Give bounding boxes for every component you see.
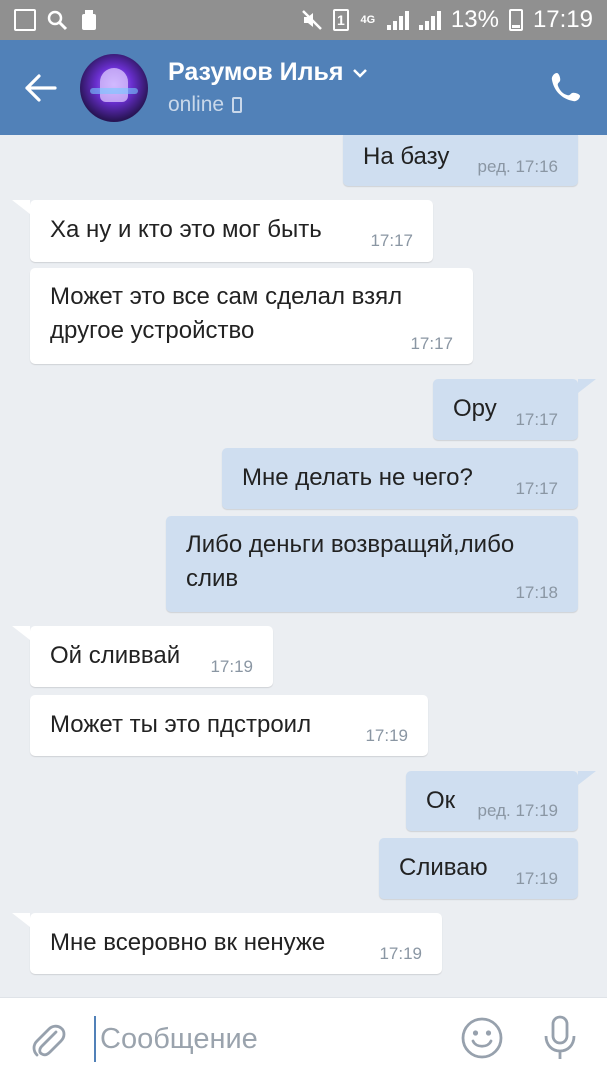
message-time: 17:17: [515, 479, 558, 498]
phone-icon[interactable]: [549, 70, 583, 104]
gallery-icon: [14, 9, 36, 31]
message-time: 17:19: [365, 726, 408, 745]
mobile-icon: [232, 97, 243, 113]
status-time: 17:19: [532, 6, 593, 33]
bubble-tail: [578, 379, 596, 393]
avatar[interactable]: [80, 53, 148, 122]
contact-name: Разумов Илья: [168, 58, 344, 86]
message-outgoing[interactable]: На базу ред. 17:16: [343, 135, 578, 186]
message-text: На базу: [363, 143, 450, 170]
message-outgoing[interactable]: Мне делать не чего? 17:17: [222, 448, 578, 509]
paperclip-icon[interactable]: [28, 1020, 68, 1060]
message-outgoing[interactable]: Либо деньги возвращяй,либо слив 17:18: [166, 516, 578, 612]
message-text: Ха ну и кто это мог быть: [50, 216, 322, 243]
status-bar-system: 1 4G 13% 17:19: [301, 6, 593, 34]
message-outgoing[interactable]: Ок ред. 17:19: [406, 771, 596, 831]
bubble-tail: [12, 200, 30, 214]
bubble-tail: [12, 913, 30, 927]
message-text: Ой сливвай: [50, 642, 181, 669]
message-text: Ору: [453, 395, 497, 422]
message-text: Либо деньги возвращяй,либо слив: [186, 531, 515, 592]
search-icon: [47, 10, 68, 31]
status-bar: 1 4G 13% 17:19: [0, 0, 607, 40]
status-bar-notifications: [14, 9, 100, 31]
message-time: ред. 17:16: [477, 157, 558, 176]
network-type: 4G: [360, 14, 376, 26]
message-text: Может это все сам сделал взял другое уст…: [50, 283, 403, 344]
message-text: Мне делать не чего?: [242, 464, 473, 491]
sim-icon: 1: [332, 9, 349, 31]
battery-icon: [508, 9, 523, 31]
message-input[interactable]: [94, 1016, 434, 1062]
message-incoming[interactable]: Может ты это пдстроил 17:19: [30, 695, 428, 756]
emoji-icon[interactable]: [460, 1016, 504, 1060]
message-outgoing[interactable]: Сливаю 17:19: [379, 838, 578, 899]
message-incoming[interactable]: Ха ну и кто это мог быть 17:17: [12, 200, 433, 262]
signal-icon: [418, 10, 441, 30]
message-time: 17:17: [370, 231, 413, 250]
message-text: Мне всеровно вк ненуже: [50, 929, 326, 956]
message-time: ред. 17:19: [477, 801, 558, 820]
microphone-icon[interactable]: [538, 1014, 582, 1062]
message-text: Может ты это пдстроил: [50, 711, 312, 738]
message-time: 17:17: [515, 410, 558, 429]
message-list[interactable]: На базу ред. 17:16 Ха ну и кто это мог б…: [0, 135, 607, 997]
message-incoming[interactable]: Может это все сам сделал взял другое уст…: [30, 268, 473, 364]
message-outgoing[interactable]: Ору 17:17: [433, 379, 596, 440]
message-text: Сливаю: [399, 854, 488, 881]
message-time: 17:19: [515, 869, 558, 888]
mute-icon: [302, 10, 322, 30]
back-arrow-icon: [25, 73, 57, 102]
back-button[interactable]: [0, 40, 80, 135]
battery-percent: 13%: [450, 6, 499, 33]
message-time: 17:19: [379, 944, 422, 963]
chevron-down-icon: [352, 68, 367, 78]
message-time: 17:18: [515, 583, 558, 602]
contact-status: online: [168, 93, 225, 116]
message-incoming[interactable]: Ой сливвай 17:19: [12, 626, 273, 687]
message-time: 17:17: [410, 334, 453, 353]
message-incoming[interactable]: Мне всеровно вк ненуже 17:19: [12, 913, 442, 974]
bubble-tail: [12, 626, 30, 640]
message-composer: [0, 997, 607, 1080]
chat-header: Разумов Илья online: [0, 40, 607, 135]
contact-info[interactable]: Разумов Илья online: [168, 58, 368, 117]
message-text: Ок: [426, 787, 456, 814]
signal-icon: [386, 10, 409, 30]
message-time: 17:19: [210, 657, 253, 676]
bubble-tail: [578, 771, 596, 785]
recycle-icon: [82, 10, 96, 30]
